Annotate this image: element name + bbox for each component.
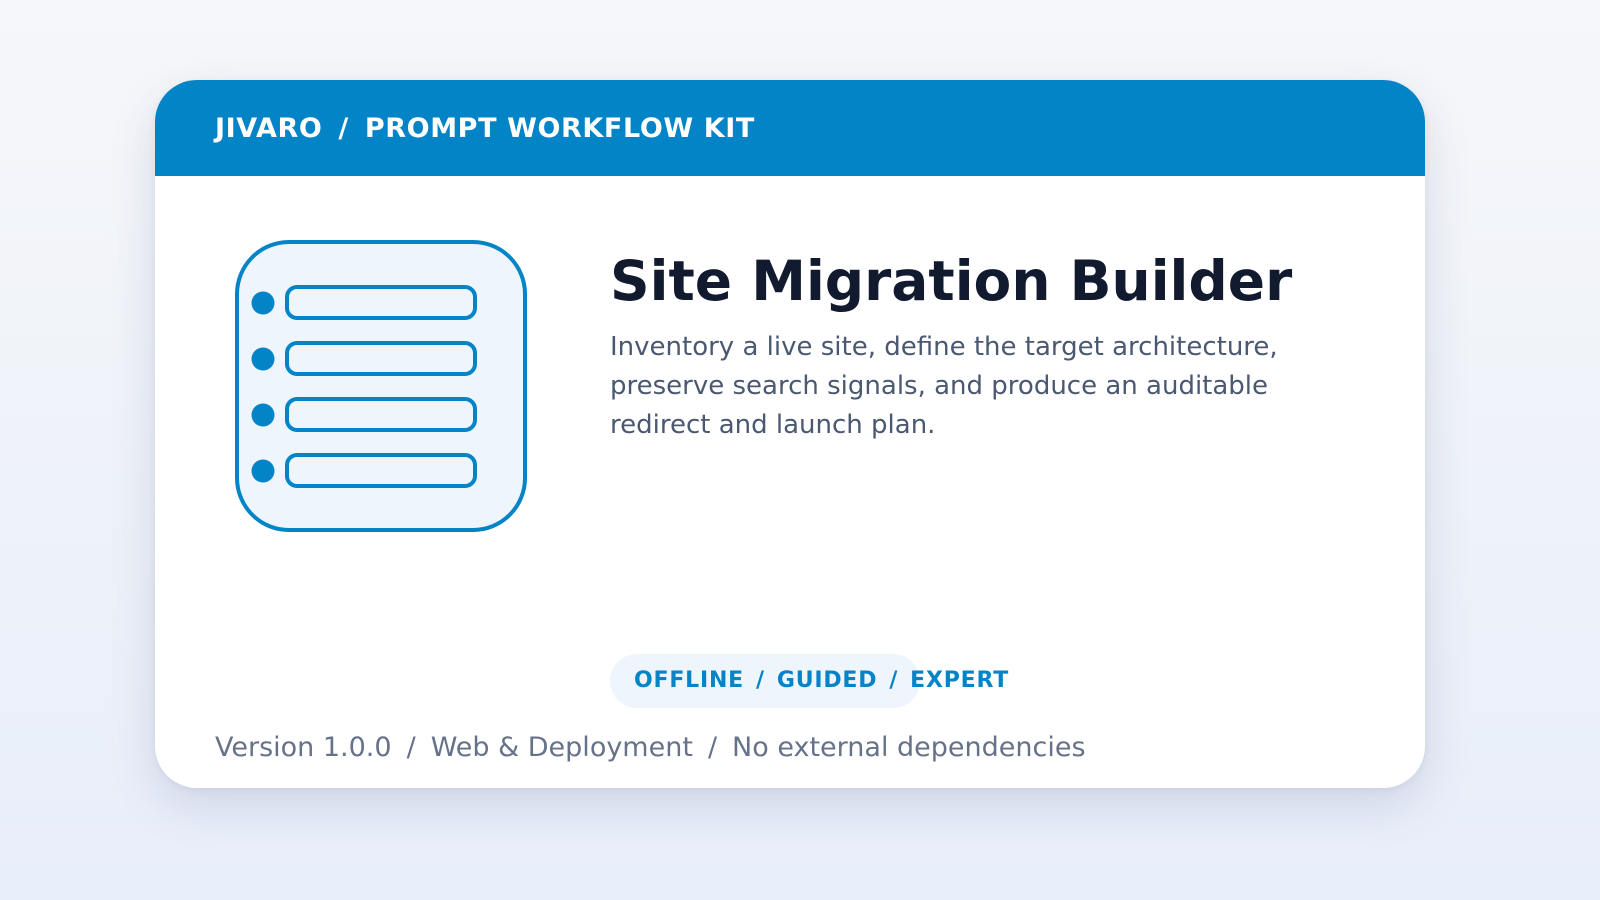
category-label: Web & Deployment — [430, 732, 693, 763]
tag-offline: OFFLINE — [634, 668, 745, 693]
brand-breadcrumb: JIVARO / PROMPT WORKFLOW KIT — [215, 113, 755, 144]
version-label: Version 1.0.0 — [215, 732, 392, 763]
mode-tags: OFFLINE / GUIDED / EXPERT — [610, 654, 1008, 708]
brand-name: JIVARO — [215, 112, 323, 144]
footer-separator: / — [406, 732, 416, 763]
tag-guided: GUIDED — [776, 668, 878, 693]
list-checklist-icon — [235, 240, 527, 532]
card-header: JIVARO / PROMPT WORKFLOW KIT — [155, 80, 1425, 176]
mode-tags-text: OFFLINE / GUIDED / EXPERT — [634, 654, 1009, 708]
tag-expert: EXPERT — [910, 668, 1010, 693]
footer-separator: / — [707, 732, 718, 763]
card-footer: Version 1.0.0 / Web & Deployment / No extern… — [215, 732, 1086, 763]
breadcrumb-separator: / — [338, 112, 349, 144]
page-title: Site Migration Builder — [610, 249, 1293, 313]
tag-separator: / — [756, 668, 765, 693]
tag-separator: / — [889, 668, 899, 693]
tool-card: JIVARO / PROMPT WORKFLOW KIT Site Migratio… — [155, 80, 1425, 788]
tool-description: Inventory a live site, define the target… — [610, 332, 1278, 440]
dependencies-label: No external dependencies — [732, 732, 1086, 763]
product-name: PROMPT WORKFLOW KIT — [364, 112, 755, 144]
